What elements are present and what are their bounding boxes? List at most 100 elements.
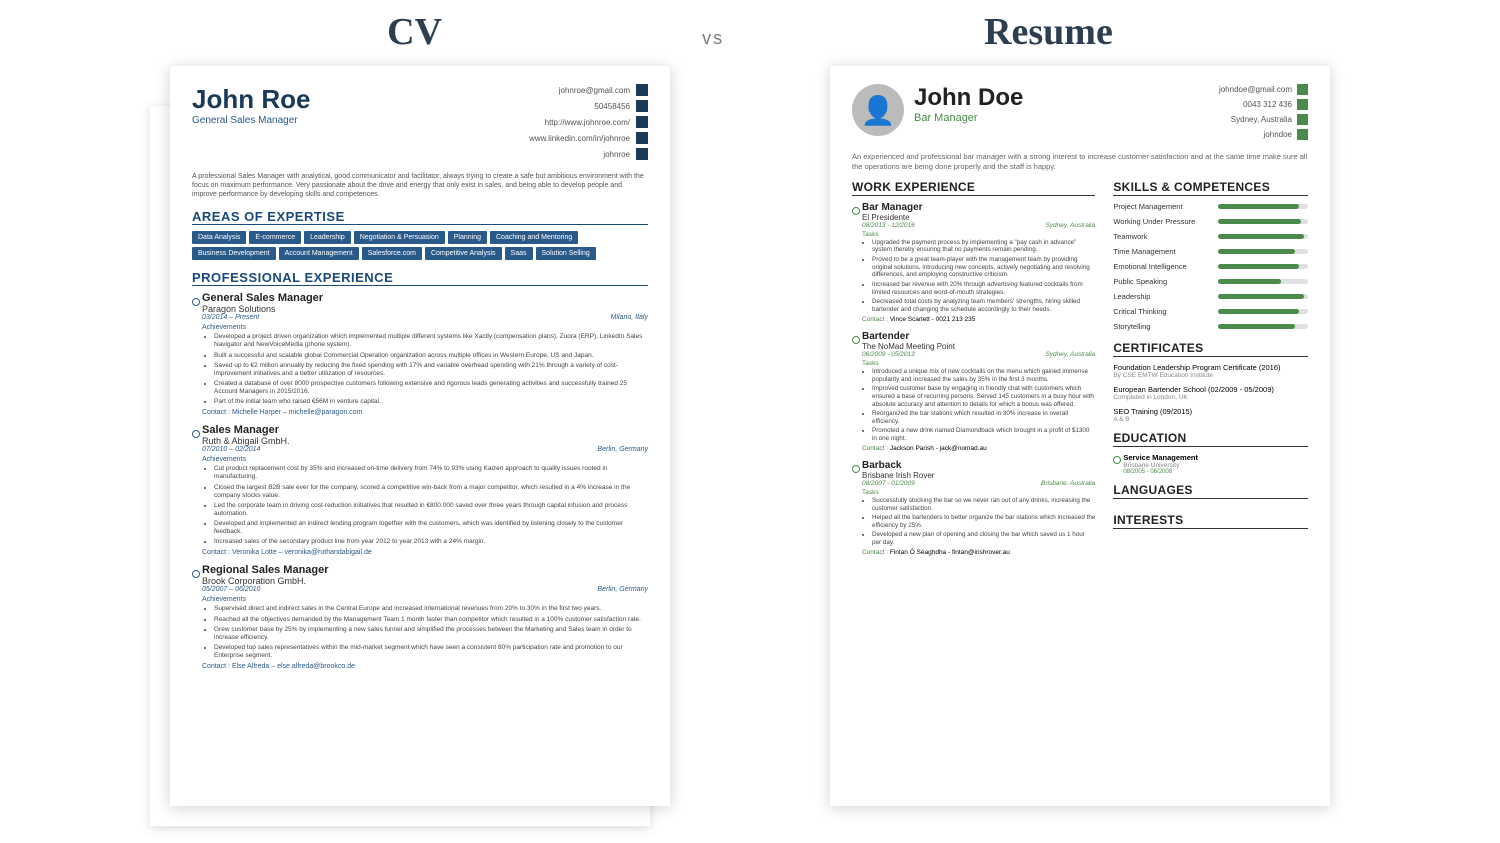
cv-linkedin: www.linkedin.com/in/johnroe — [529, 134, 630, 143]
job-bullet: Promoted a new drink named Diamondback w… — [872, 427, 1095, 443]
cv-expertise-heading: AREAS OF EXPERTISE — [192, 209, 648, 225]
resume-summary: An experienced and professional bar mana… — [852, 152, 1308, 172]
cv-expertise-tags: Data AnalysisE-commerceLeadershipNegotia… — [192, 231, 648, 260]
job-contact: Contact : Michelle Harper – michelle@par… — [202, 409, 648, 416]
cert-title: SEO Training (09/2015) — [1113, 407, 1308, 416]
skill-row: Time Management — [1113, 247, 1308, 256]
skill-name: Emotional Intelligence — [1113, 262, 1186, 271]
job-company: The NoMad Meeting Point — [862, 342, 1095, 351]
expertise-tag: Competitive Analysis — [425, 247, 502, 260]
cv-job: Regional Sales Manager Brook Corporation… — [192, 564, 648, 670]
skill-name: Critical Thinking — [1113, 307, 1166, 316]
job-bullet: Closed the largest B2B sale ever for the… — [214, 484, 648, 500]
resume-stack: 👤 John Doe Bar Manager johndoe@gmail.com… — [830, 66, 1330, 816]
mail-icon — [636, 84, 648, 96]
skill-bar — [1218, 249, 1308, 254]
edu-title: Service Management — [1123, 453, 1308, 462]
skill-name: Project Management — [1113, 202, 1182, 211]
resume-email: johndoe@gmail.com — [1219, 85, 1292, 94]
resume-document: 👤 John Doe Bar Manager johndoe@gmail.com… — [830, 66, 1330, 806]
job-title: Regional Sales Manager — [202, 564, 648, 576]
globe-icon — [636, 116, 648, 128]
cv-contacts: johnroe@gmail.com 50458456 http://www.jo… — [529, 84, 648, 164]
cv-job-title: General Sales Manager — [192, 115, 310, 126]
phone-icon — [1297, 99, 1308, 110]
job-bullet: Developed and implemented an indirect le… — [214, 520, 648, 536]
resume-job: Bartender The NoMad Meeting Point 06/200… — [852, 331, 1095, 452]
job-bullet: Led the corporate team in driving cost-r… — [214, 502, 648, 518]
job-bullet: Increased bar revenue with 20% through a… — [872, 281, 1095, 297]
resume-certs-heading: CERTIFICATES — [1113, 341, 1308, 357]
cv-skype: johnroe — [603, 150, 630, 159]
job-location: Berlin, Germany — [597, 586, 648, 593]
edu-school: Brisbane University — [1123, 462, 1308, 469]
job-dates: 07/2010 – 02/2014 — [202, 446, 260, 453]
cv-job: General Sales Manager Paragon Solutions … — [192, 292, 648, 416]
job-location: Berlin, Germany — [597, 446, 648, 453]
cv-label: CV — [387, 10, 442, 54]
pin-icon — [1297, 114, 1308, 125]
job-contact: Contact : Jackson Parish - jack@nomad.au — [862, 445, 1095, 452]
job-bullet: Upgraded the payment process by implemen… — [872, 239, 1095, 255]
resume-edu-heading: EDUCATION — [1113, 431, 1308, 447]
achievements-label: Achievements — [202, 456, 648, 463]
job-title: Bar Manager — [862, 202, 1095, 213]
skill-row: Emotional Intelligence — [1113, 262, 1308, 271]
certificate: European Bartender School (02/2009 - 05/… — [1113, 385, 1308, 401]
job-bullet: Built a successful and scalable global C… — [214, 352, 648, 360]
resume-job-title: Bar Manager — [914, 112, 1023, 124]
job-bullet: Introduced a unique mix of new cocktails… — [872, 368, 1095, 384]
expertise-tag: Solution Selling — [536, 247, 596, 260]
job-dates: 08/2013 - 12/2016 — [862, 222, 915, 229]
avatar: 👤 — [852, 84, 904, 136]
expertise-tag: Salesforce.com — [362, 247, 422, 260]
job-company: El Presidente — [862, 213, 1095, 222]
skill-row: Teamwork — [1113, 232, 1308, 241]
cv-name: John Roe — [192, 84, 310, 115]
job-bullet: Helped all the bartenders to better orga… — [872, 514, 1095, 530]
resume-name: John Doe — [914, 84, 1023, 112]
skill-name: Leadership — [1113, 292, 1150, 301]
job-bullet: Increased sales of the secondary product… — [214, 538, 648, 546]
skill-name: Teamwork — [1113, 232, 1147, 241]
skill-name: Storytelling — [1113, 322, 1150, 331]
resume-location: Sydney, Australia — [1231, 115, 1292, 124]
skill-name: Time Management — [1113, 247, 1175, 256]
job-bullet: Grew customer base by 25% by implementin… — [214, 626, 648, 642]
skill-bar — [1218, 324, 1308, 329]
skill-bar — [1218, 219, 1308, 224]
certificate: SEO Training (09/2015)A & B — [1113, 407, 1308, 423]
job-location: Milano, Italy — [611, 314, 648, 321]
resume-lang-heading: LANGUAGES — [1113, 483, 1308, 499]
skill-row: Leadership — [1113, 292, 1308, 301]
expertise-tag: E-commerce — [249, 231, 301, 244]
cv-email: johnroe@gmail.com — [559, 86, 630, 95]
cert-sub: Completed in London, UK — [1113, 394, 1308, 401]
job-bullet: Improved customer base by engaging in fr… — [872, 385, 1095, 409]
job-bullet: Created a database of over 8000 prospect… — [214, 380, 648, 396]
cert-title: European Bartender School (02/2009 - 05/… — [1113, 385, 1308, 394]
skill-row: Storytelling — [1113, 322, 1308, 331]
resume-label: Resume — [984, 10, 1113, 54]
job-bullet: Reached all the objectives demanded by t… — [214, 616, 648, 624]
cv-experience-heading: PROFESSIONAL EXPERIENCE — [192, 270, 648, 286]
job-location: Sydney, Australia — [1045, 222, 1095, 229]
skype-icon — [1297, 129, 1308, 140]
vs-label: vs — [702, 28, 724, 49]
skill-row: Working Under Pressure — [1113, 217, 1308, 226]
job-company: Paragon Solutions — [202, 304, 648, 314]
job-bullet: Developed top sales representatives with… — [214, 644, 648, 660]
skype-icon — [636, 148, 648, 160]
resume-skype: johndoe — [1264, 130, 1292, 139]
skill-name: Public Speaking — [1113, 277, 1167, 286]
job-bullets: Supervised direct and indirect sales in … — [202, 605, 648, 660]
skill-bar — [1218, 294, 1308, 299]
comparison-header: CV vs Resume — [0, 0, 1500, 54]
tasks-label: Tasks — [862, 489, 1095, 496]
skill-bar — [1218, 279, 1308, 284]
tasks-label: Tasks — [862, 231, 1095, 238]
skill-bar — [1218, 309, 1308, 314]
cv-summary: A professional Sales Manager with analyt… — [192, 172, 648, 199]
job-contact: Contact : Else Alfreda – else.alfreda@br… — [202, 663, 648, 670]
linkedin-icon — [636, 132, 648, 144]
